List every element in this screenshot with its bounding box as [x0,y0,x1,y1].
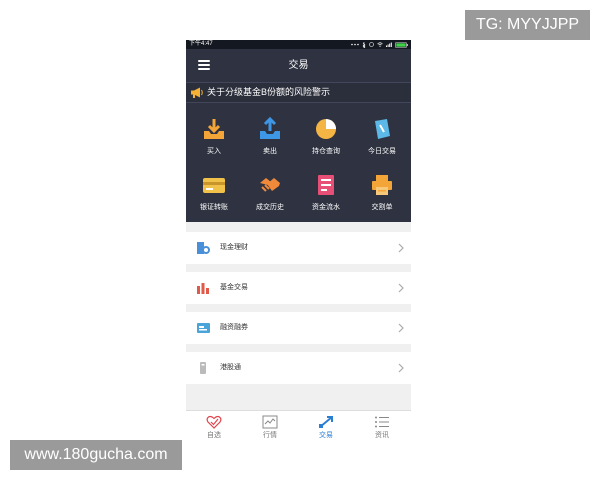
wifi-icon [377,42,383,47]
watermark-top: TG: MYYJJPP [465,10,590,40]
megaphone-icon [191,87,203,98]
grid-label: 卖出 [263,148,277,155]
list-item-label: 基金交易 [220,284,248,291]
news-list-icon [375,416,389,428]
watermark-bottom: www.180gucha.com [10,440,182,470]
grid-label: 持仓查询 [312,148,340,155]
grid-label: 交割单 [371,204,393,211]
trade-arrows-icon [319,416,333,428]
tab-news[interactable]: 资讯 [354,411,410,440]
grid-label: 买入 [207,148,221,155]
status-time: 下午4:47 [189,41,213,47]
notice-text: 关于分级基金B份额的风险警示 [207,87,331,97]
phone-screen: 下午4:47 交易 关于分级基金B份额的风险警示 买入 卖出 持仓查询 今日交易… [186,40,411,440]
chevron-right-icon [398,283,404,293]
market-chart-icon [262,415,278,429]
chevron-right-icon [398,363,404,373]
status-icons [351,40,408,49]
signal-icon [386,42,392,47]
grid-item-bank-transfer[interactable]: 银证转账 [186,161,242,217]
grid-label: 成交历史 [256,204,284,211]
margin-trading-icon [197,323,210,333]
grid-item-buy[interactable]: 买入 [186,105,242,161]
grid-item-holdings[interactable]: 持仓查询 [298,105,354,161]
tab-market[interactable]: 行情 [242,411,298,440]
grid-label: 银证转账 [200,204,228,211]
grid-label: 今日交易 [368,148,396,155]
tab-label: 交易 [319,432,333,439]
printer-icon [372,175,392,195]
list-item-label: 融资融券 [220,324,248,331]
note-pencil-icon [375,119,390,139]
grid-item-fund-flow[interactable]: 资金流水 [298,161,354,217]
buy-download-icon [204,119,224,139]
battery-icon [395,41,408,48]
grid-item-sell[interactable]: 卖出 [242,105,298,161]
dots-icon [351,43,359,46]
sell-upload-icon [260,117,280,139]
list-item-cash-management[interactable]: 现金理财 [186,232,411,264]
tab-trade[interactable]: 交易 [298,411,354,440]
list-item-label: 现金理财 [220,244,248,251]
list-item-label: 港股通 [220,364,241,371]
bottom-tab-bar: 自选 行情 交易 资讯 [186,410,411,440]
cash-management-icon [197,242,210,254]
heart-check-icon [206,415,222,429]
alarm-icon [369,42,374,47]
list-item-hk-connect[interactable]: 港股通 [186,352,411,384]
tab-label: 自选 [207,432,221,439]
tab-label: 资讯 [375,432,389,439]
fund-chart-icon [197,283,209,294]
hk-connect-icon [200,362,206,374]
trade-function-grid: 买入 卖出 持仓查询 今日交易 银证转账 成交历史 资金流水 交割单 [186,103,411,222]
chevron-right-icon [398,323,404,333]
ledger-icon [318,175,334,195]
bluetooth-icon [362,41,366,48]
list-item-fund-trading[interactable]: 基金交易 [186,272,411,304]
card-icon [203,178,225,193]
pie-chart-icon [316,119,336,139]
tab-label: 行情 [263,432,277,439]
chevron-right-icon [398,243,404,253]
page: TG: MYYJJPP 下午4:47 交易 关于分级基金B份额的风险警示 买入 … [0,0,600,480]
grid-item-delivery-note[interactable]: 交割单 [354,161,410,217]
status-bar: 下午4:47 [186,40,411,49]
top-nav-bar: 交易 [186,49,411,82]
list-item-margin-trading[interactable]: 融资融券 [186,312,411,344]
grid-item-trade-history[interactable]: 成交历史 [242,161,298,217]
grid-item-today-trades[interactable]: 今日交易 [354,105,410,161]
risk-notice-banner[interactable]: 关于分级基金B份额的风险警示 [186,82,411,103]
tab-watchlist[interactable]: 自选 [186,411,242,440]
grid-label: 资金流水 [312,204,340,211]
page-title: 交易 [288,60,309,71]
handshake-icon [260,178,280,192]
